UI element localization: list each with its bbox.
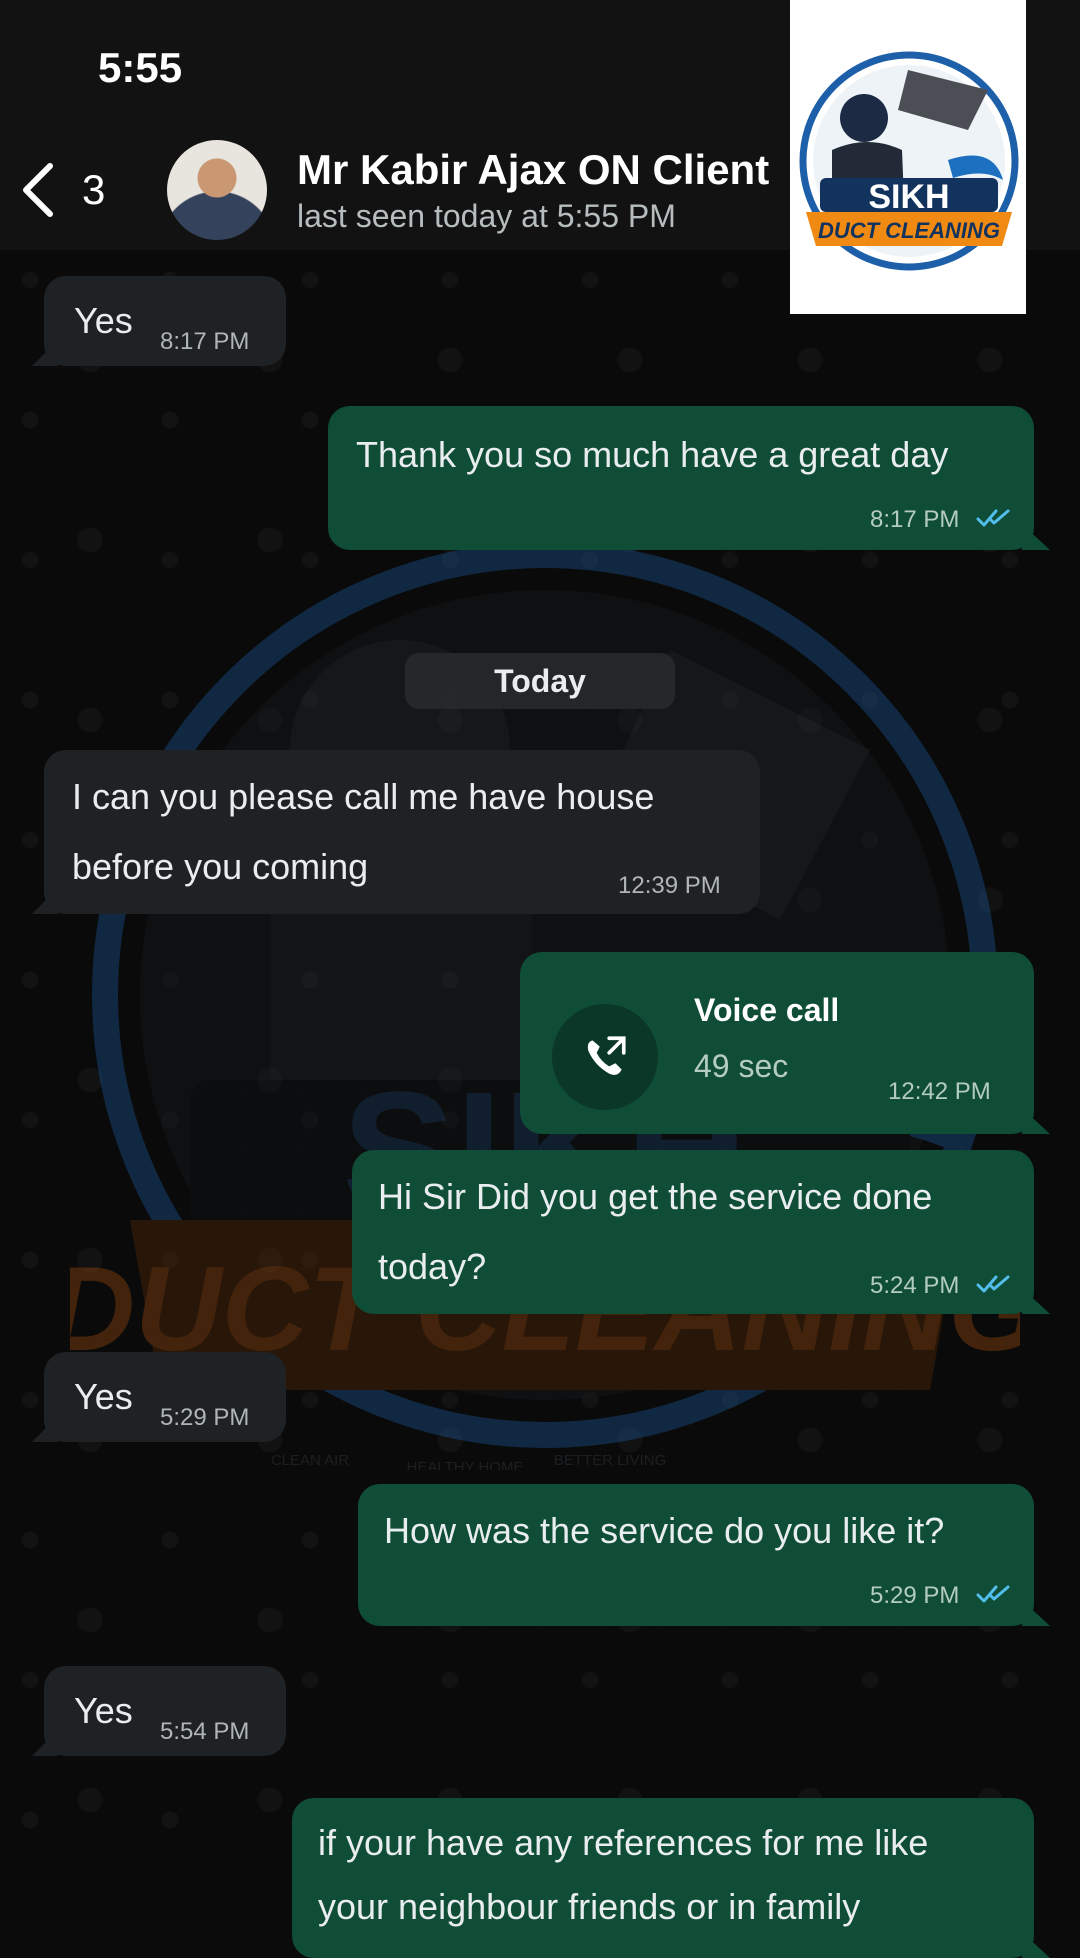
message-incoming[interactable]: I can you please call me have house befo…: [44, 750, 760, 914]
message-time: 5:29 PM: [870, 1582, 960, 1609]
message-text: Yes: [74, 300, 133, 341]
message-time: 5:24 PM: [870, 1272, 960, 1299]
chevron-left-icon: [23, 163, 53, 217]
message-text-line: your neighbour friends or in family: [318, 1886, 861, 1927]
brand-logo-subtitle: DUCT CLEANING: [818, 218, 1000, 243]
message-text: Thank you so much have a great day: [356, 434, 949, 475]
message-text-line: I can you please call me have house: [72, 776, 655, 817]
message-text-line: if your have any references for me like: [318, 1822, 929, 1863]
read-ticks-icon: [976, 1275, 1010, 1293]
call-icon-wrap: [552, 1004, 658, 1110]
read-ticks-icon: [976, 509, 1010, 527]
message-time: 12:39 PM: [618, 872, 721, 899]
message-time: 8:17 PM: [160, 328, 250, 355]
message-text: Yes: [74, 1376, 133, 1417]
message-incoming[interactable]: Yes 8:17 PM: [44, 276, 286, 366]
message-time: 5:54 PM: [160, 1718, 250, 1745]
unread-count: 3: [82, 166, 106, 213]
message-time: 8:17 PM: [870, 506, 960, 533]
message-time: 12:42 PM: [888, 1078, 991, 1105]
call-duration: 49 sec: [694, 1048, 789, 1084]
message-outgoing[interactable]: if your have any references for me like …: [292, 1798, 1034, 1958]
last-seen-status: last seen today at 5:55 PM: [297, 198, 676, 234]
status-time: 5:55: [98, 44, 183, 91]
back-button[interactable]: 3: [20, 158, 130, 222]
message-outgoing[interactable]: Thank you so much have a great day 8:17 …: [328, 406, 1034, 550]
message-text-line: Hi Sir Did you get the service done: [378, 1176, 933, 1217]
message-text: Yes: [74, 1690, 133, 1731]
voice-call-message[interactable]: Voice call 49 sec 12:42 PM: [520, 952, 1034, 1134]
message-text-line: today?: [378, 1246, 487, 1287]
contact-name[interactable]: Mr Kabir Ajax ON Client: [297, 146, 769, 194]
message-time: 5:29 PM: [160, 1404, 250, 1431]
date-divider: Today: [405, 653, 675, 709]
message-incoming[interactable]: Yes 5:29 PM: [44, 1352, 286, 1442]
contact-avatar[interactable]: [167, 140, 267, 240]
message-text: How was the service do you like it?: [384, 1510, 945, 1551]
brand-logo: SIKH DUCT CLEANING: [790, 0, 1026, 314]
message-text-line: before you coming: [72, 846, 369, 887]
brand-logo-title: SIKH: [868, 178, 949, 216]
message-outgoing[interactable]: Hi Sir Did you get the service done toda…: [352, 1150, 1034, 1314]
message-outgoing[interactable]: How was the service do you like it? 5:29…: [358, 1484, 1034, 1626]
brand-logo-icon: SIKH DUCT CLEANING: [799, 51, 1019, 271]
call-title: Voice call: [694, 992, 840, 1028]
outgoing-call-icon: [587, 1036, 626, 1076]
read-ticks-icon: [976, 1585, 1010, 1603]
message-incoming[interactable]: Yes 5:54 PM: [44, 1666, 286, 1756]
